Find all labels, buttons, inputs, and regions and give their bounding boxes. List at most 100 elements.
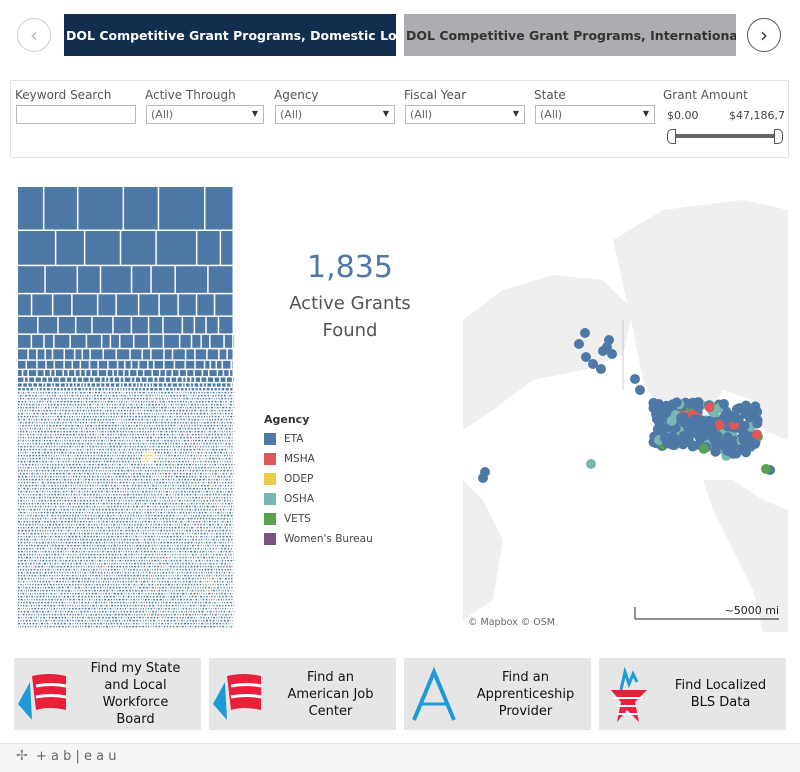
treemap-cell[interactable] bbox=[47, 395, 48, 397]
treemap-cell[interactable] bbox=[224, 479, 225, 481]
treemap-cell[interactable] bbox=[32, 422, 33, 424]
treemap-cell[interactable] bbox=[42, 530, 43, 532]
treemap-cell[interactable] bbox=[83, 395, 84, 397]
treemap-cell[interactable] bbox=[78, 377, 82, 381]
treemap-cell[interactable] bbox=[205, 428, 207, 430]
treemap-cell[interactable] bbox=[100, 539, 102, 541]
treemap-cell[interactable] bbox=[148, 434, 149, 436]
treemap-cell[interactable] bbox=[104, 500, 105, 502]
treemap-cell[interactable] bbox=[183, 383, 184, 386]
treemap-cell[interactable] bbox=[141, 494, 142, 496]
treemap-cell[interactable] bbox=[204, 452, 205, 454]
treemap-cell[interactable] bbox=[90, 554, 92, 556]
treemap-cell[interactable] bbox=[69, 431, 71, 433]
treemap-cell[interactable] bbox=[100, 458, 101, 460]
treemap-cell[interactable] bbox=[121, 401, 122, 403]
treemap-cell[interactable] bbox=[94, 395, 96, 397]
treemap-cell[interactable] bbox=[37, 401, 38, 403]
treemap-cell[interactable] bbox=[158, 530, 159, 532]
treemap-cell[interactable] bbox=[83, 479, 84, 481]
treemap-cell[interactable] bbox=[88, 440, 89, 442]
treemap-cell[interactable] bbox=[187, 437, 189, 439]
treemap-cell[interactable] bbox=[204, 383, 206, 386]
treemap-cell[interactable] bbox=[221, 512, 222, 514]
treemap-cell[interactable] bbox=[110, 533, 111, 535]
treemap-cell[interactable] bbox=[51, 551, 52, 553]
treemap-cell[interactable] bbox=[172, 545, 173, 547]
treemap-cell[interactable] bbox=[199, 470, 200, 472]
treemap-cell[interactable] bbox=[111, 497, 112, 499]
treemap-cell[interactable] bbox=[198, 509, 199, 511]
treemap-cell[interactable] bbox=[98, 294, 115, 315]
treemap-cell[interactable] bbox=[53, 428, 54, 430]
treemap-cell[interactable] bbox=[33, 557, 34, 559]
treemap-cell[interactable] bbox=[26, 419, 27, 421]
treemap-cell[interactable] bbox=[191, 383, 193, 386]
treemap-cell[interactable] bbox=[32, 401, 33, 403]
treemap-cell[interactable] bbox=[152, 473, 153, 475]
treemap-cell[interactable] bbox=[35, 515, 37, 517]
treemap-cell[interactable] bbox=[29, 473, 30, 475]
treemap-cell[interactable] bbox=[214, 440, 216, 442]
treemap-cell[interactable] bbox=[110, 410, 112, 412]
treemap-cell[interactable] bbox=[162, 428, 164, 430]
treemap-cell[interactable] bbox=[203, 479, 205, 481]
treemap-cell[interactable] bbox=[176, 509, 177, 511]
treemap-cell[interactable] bbox=[223, 443, 224, 445]
treemap-cell[interactable] bbox=[65, 482, 66, 484]
treemap-cell[interactable] bbox=[139, 518, 140, 520]
treemap-cell[interactable] bbox=[38, 370, 44, 376]
treemap-cell[interactable] bbox=[185, 422, 187, 424]
treemap-cell[interactable] bbox=[198, 437, 200, 439]
treemap-cell[interactable] bbox=[203, 473, 204, 475]
treemap-cell[interactable] bbox=[159, 187, 204, 230]
treemap-cell[interactable] bbox=[159, 377, 164, 381]
treemap-cell[interactable] bbox=[150, 485, 151, 487]
treemap-cell[interactable] bbox=[101, 494, 102, 496]
treemap-cell[interactable] bbox=[55, 548, 56, 550]
treemap-cell[interactable] bbox=[189, 425, 190, 427]
treemap-cell[interactable] bbox=[199, 497, 200, 499]
treemap-cell[interactable] bbox=[131, 512, 132, 514]
treemap-cell[interactable] bbox=[161, 476, 162, 478]
treemap-cell[interactable] bbox=[179, 503, 180, 505]
treemap-cell[interactable] bbox=[57, 446, 58, 448]
treemap-cell[interactable] bbox=[117, 485, 118, 487]
treemap-cell[interactable] bbox=[127, 485, 129, 487]
treemap-cell[interactable] bbox=[137, 383, 139, 386]
treemap-cell[interactable] bbox=[150, 443, 151, 445]
treemap-cell[interactable] bbox=[39, 536, 40, 538]
treemap-cell[interactable] bbox=[155, 527, 157, 529]
treemap-cell[interactable] bbox=[44, 509, 45, 511]
treemap-cell[interactable] bbox=[164, 431, 165, 433]
treemap-cell[interactable] bbox=[173, 452, 174, 454]
treemap-cell[interactable] bbox=[128, 476, 130, 478]
treemap-cell[interactable] bbox=[203, 407, 204, 409]
treemap-cell[interactable] bbox=[99, 488, 101, 490]
treemap-cell[interactable] bbox=[149, 476, 151, 478]
treemap-cell[interactable] bbox=[210, 422, 212, 424]
treemap-cell[interactable] bbox=[38, 428, 39, 430]
treemap-cell[interactable] bbox=[115, 388, 116, 390]
treemap-cell[interactable] bbox=[212, 491, 213, 493]
treemap-cell[interactable] bbox=[223, 361, 230, 369]
treemap-cell[interactable] bbox=[207, 419, 208, 421]
treemap-cell[interactable] bbox=[38, 482, 39, 484]
treemap-cell[interactable] bbox=[107, 407, 108, 409]
treemap-cell[interactable] bbox=[18, 416, 19, 418]
treemap-cell[interactable] bbox=[42, 437, 43, 439]
treemap-cell[interactable] bbox=[29, 449, 31, 451]
treemap-cell[interactable] bbox=[42, 524, 43, 526]
treemap-cell[interactable] bbox=[100, 530, 101, 532]
treemap-cell[interactable] bbox=[159, 398, 161, 400]
treemap-cell[interactable] bbox=[115, 428, 117, 430]
treemap-cell[interactable] bbox=[32, 500, 33, 502]
treemap-cell[interactable] bbox=[112, 512, 114, 514]
treemap-cell[interactable] bbox=[86, 428, 87, 430]
treemap-cell[interactable] bbox=[219, 422, 220, 424]
treemap-cell[interactable] bbox=[120, 491, 121, 493]
treemap-cell[interactable] bbox=[175, 428, 176, 430]
treemap-cell[interactable] bbox=[33, 497, 35, 499]
treemap-cell[interactable] bbox=[29, 464, 31, 466]
treemap-cell[interactable] bbox=[50, 449, 52, 451]
